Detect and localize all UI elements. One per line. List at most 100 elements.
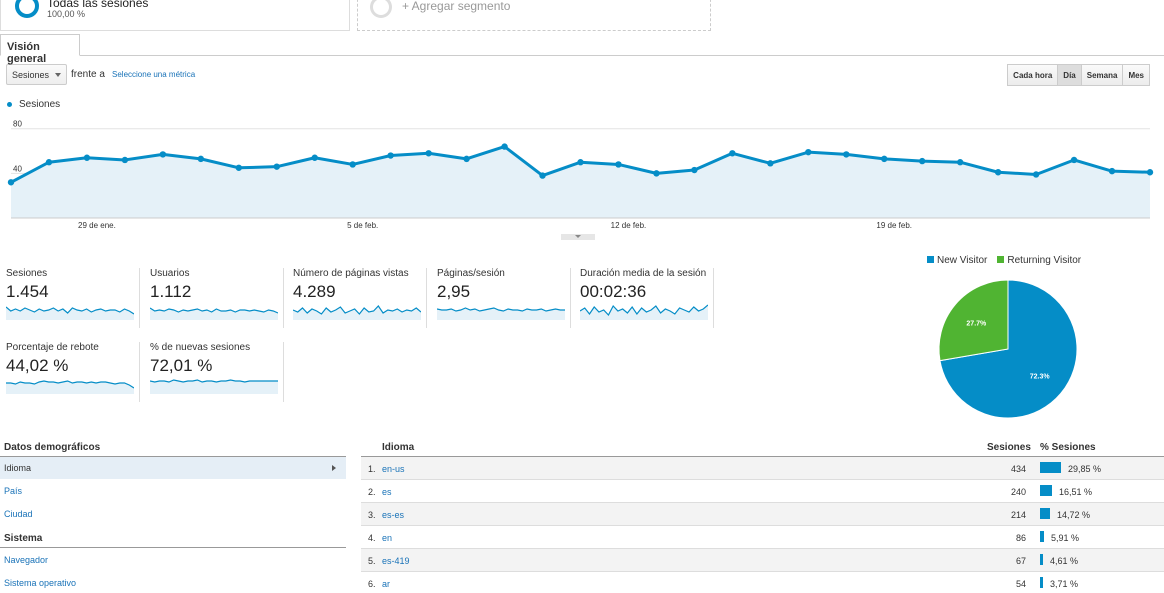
scorecard-label: Duración media de la sesión: [580, 268, 707, 279]
x-tick-label: 5 de feb.: [347, 221, 378, 230]
scorecard-value: 1.112: [150, 282, 192, 301]
data-point[interactable]: [1146, 169, 1154, 176]
scorecard-value: 44,02 %: [6, 356, 69, 375]
sparkline: [293, 305, 421, 320]
data-point[interactable]: [1108, 167, 1116, 175]
data-point[interactable]: [425, 150, 432, 157]
data-point[interactable]: [767, 160, 774, 167]
pct-bar: [1040, 485, 1052, 496]
pie-slice-label: 72.3%: [1030, 374, 1051, 381]
data-point[interactable]: [273, 163, 280, 170]
language-link[interactable]: en: [382, 533, 392, 543]
data-point[interactable]: [577, 159, 584, 166]
pct-value: 4,61 %: [1050, 556, 1079, 566]
metric-dropdown[interactable]: Sesiones: [6, 64, 67, 85]
add-segment-button[interactable]: + Agregar segmento: [357, 0, 711, 31]
metric-dropdown-label: Sesiones: [12, 70, 50, 80]
scorecard-avg-duration[interactable]: Duración media de la sesión 00:02:36: [574, 268, 714, 328]
segment-all-sessions[interactable]: Todas las sesiones 100,00 %: [0, 0, 350, 31]
tab-overview[interactable]: Visión general: [0, 34, 80, 65]
pie-legend-returning[interactable]: Returning Visitor: [997, 255, 1081, 266]
granularity-day-button[interactable]: Día: [1057, 64, 1082, 86]
data-point[interactable]: [349, 161, 356, 168]
sparkline: [150, 307, 278, 320]
nav-item-city[interactable]: Ciudad: [0, 503, 346, 525]
data-point[interactable]: [387, 152, 394, 159]
scorecard-pages-per-session[interactable]: Páginas/sesión 2,95: [431, 268, 571, 328]
scorecard-bounce-rate[interactable]: Porcentaje de rebote 44,02 %: [0, 342, 140, 402]
y-tick-label: 80: [13, 120, 22, 129]
data-point[interactable]: [197, 155, 205, 163]
nav-item-country[interactable]: País: [0, 480, 346, 502]
scorecard-value: 72,01 %: [150, 356, 213, 375]
pct-bar: [1040, 462, 1061, 473]
x-tick-label: 12 de feb.: [611, 221, 647, 230]
language-link[interactable]: es: [382, 487, 392, 497]
data-point[interactable]: [729, 150, 736, 157]
legend-swatch-icon: [997, 256, 1005, 263]
data-point[interactable]: [311, 154, 318, 161]
nav-item-language[interactable]: Idioma: [0, 457, 346, 479]
data-point[interactable]: [994, 169, 1002, 176]
scorecard-label: Páginas/sesión: [437, 268, 505, 279]
row-number: 5.: [368, 556, 376, 566]
data-point[interactable]: [121, 156, 129, 164]
scorecard-value: 00:02:36: [580, 282, 647, 301]
data-point[interactable]: [956, 159, 964, 166]
data-point[interactable]: [463, 155, 470, 163]
nav-item-browser[interactable]: Navegador: [0, 549, 346, 571]
granularity-month-button[interactable]: Mes: [1122, 64, 1150, 86]
language-link[interactable]: en-us: [382, 464, 405, 474]
nav-item-os[interactable]: Sistema operativo: [0, 572, 346, 593]
sessions-value: 67: [1015, 556, 1026, 566]
pct-value: 14,72 %: [1057, 510, 1091, 520]
table-row: 6. ar 54 3,71 %: [361, 572, 1164, 593]
data-point[interactable]: [843, 151, 850, 158]
scorecard-label: Sesiones: [6, 268, 48, 279]
nav-item-label: Idioma: [4, 463, 32, 473]
data-point[interactable]: [919, 157, 926, 165]
sparkline: [437, 307, 565, 320]
demographics-header: Datos demográficos: [0, 442, 346, 457]
tab-divider: [0, 55, 1164, 56]
data-point[interactable]: [235, 164, 242, 171]
data-point[interactable]: [501, 143, 508, 150]
table-row: 5. es-419 67 4,61 %: [361, 549, 1164, 572]
sessions-line-chart[interactable]: 80 40 29 de ene. 5 de feb. 12 de feb. 19 de f…: [0, 112, 1164, 232]
pie-legend-new[interactable]: New Visitor: [927, 255, 987, 266]
chart-resize-handle[interactable]: [561, 234, 595, 240]
legend-swatch-icon: [927, 256, 934, 263]
scorecard-new-sessions[interactable]: % de nuevas sesiones 72,01 %: [144, 342, 284, 402]
scorecard-sessions[interactable]: Sesiones 1.454: [0, 268, 140, 328]
data-point[interactable]: [881, 155, 888, 163]
data-point[interactable]: [653, 170, 660, 177]
data-point[interactable]: [45, 159, 53, 166]
data-point[interactable]: [691, 166, 698, 174]
granularity-hourly-button[interactable]: Cada hora: [1007, 64, 1059, 86]
data-point[interactable]: [1032, 171, 1040, 178]
data-point[interactable]: [805, 148, 812, 156]
select-metric-link[interactable]: Seleccione una métrica: [112, 70, 195, 79]
data-point[interactable]: [1070, 156, 1078, 164]
column-pct-sessions: % Sesiones: [1040, 442, 1096, 453]
visitor-type-pie-chart[interactable]: 72.3% 27.7%: [936, 277, 1080, 421]
scorecard-pageviews[interactable]: Número de páginas vistas 4.289: [287, 268, 427, 328]
row-number: 4.: [368, 533, 376, 543]
pct-bar: [1040, 554, 1043, 565]
language-link[interactable]: es-419: [382, 556, 410, 566]
add-segment-ring-icon: [370, 0, 392, 18]
data-point[interactable]: [83, 154, 91, 161]
scorecard-label: Porcentaje de rebote: [6, 342, 99, 353]
pct-bar: [1040, 577, 1043, 588]
granularity-week-button[interactable]: Semana: [1080, 64, 1124, 86]
scorecard-users[interactable]: Usuarios 1.112: [144, 268, 284, 328]
data-point[interactable]: [615, 161, 622, 168]
sparkline: [6, 306, 134, 320]
row-number: 2.: [368, 487, 376, 497]
scorecard-label: % de nuevas sesiones: [150, 342, 251, 353]
language-link[interactable]: es-es: [382, 510, 404, 520]
data-point[interactable]: [159, 151, 167, 158]
language-link[interactable]: ar: [382, 579, 390, 589]
data-point[interactable]: [539, 172, 546, 179]
data-point[interactable]: [7, 179, 15, 186]
